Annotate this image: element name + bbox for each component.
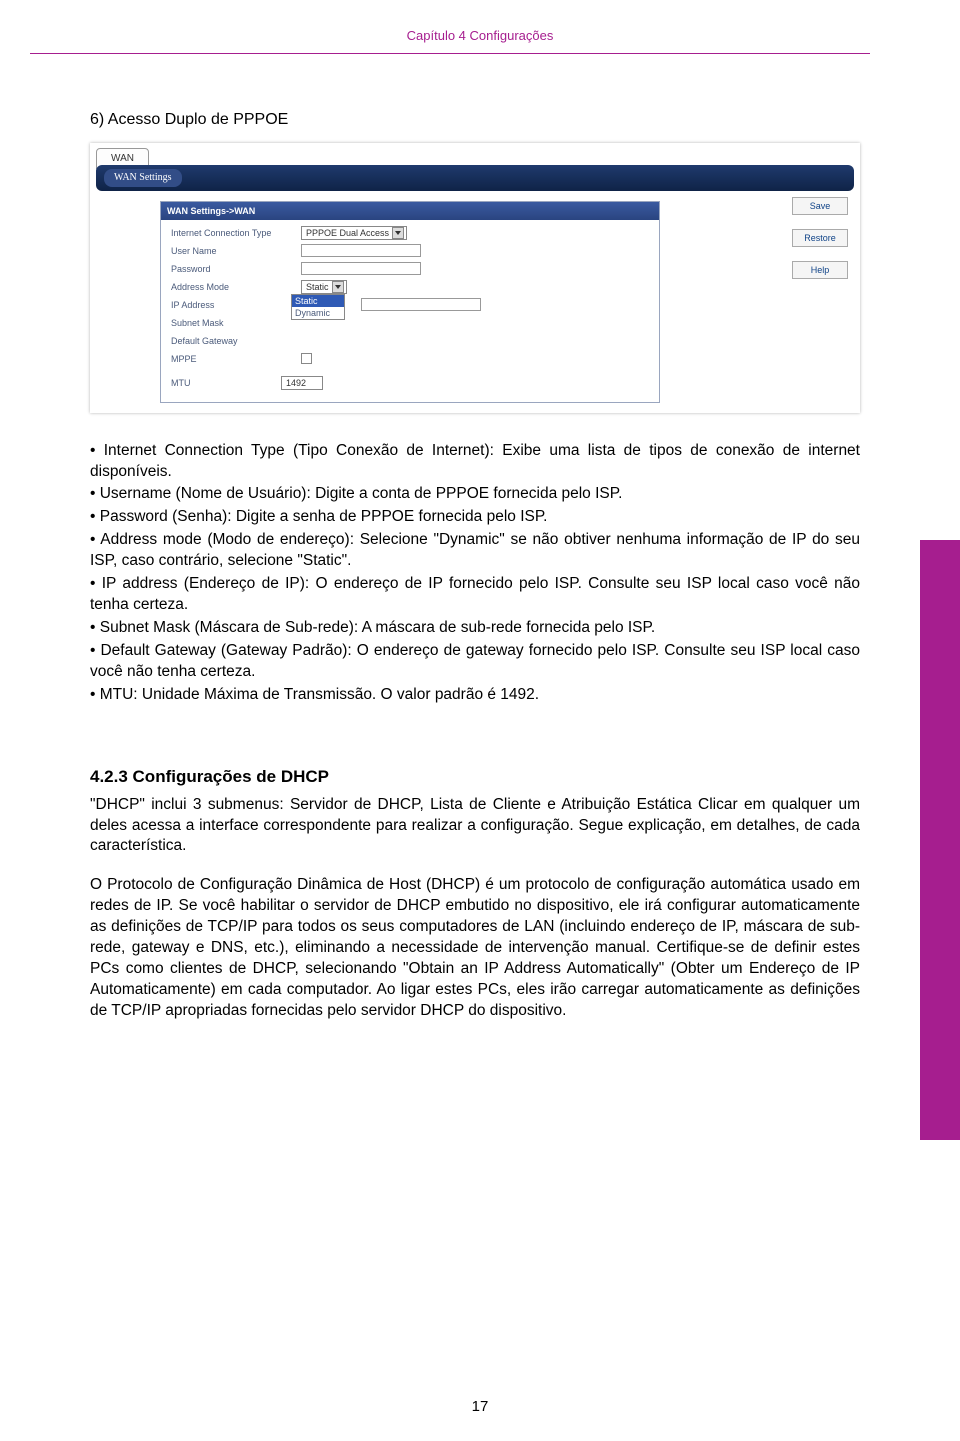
list-item: • Subnet Mask (Máscara de Sub-rede): A m…: [90, 618, 860, 639]
row-address-mode: Address Mode Static Static Dynamic: [161, 278, 659, 296]
row-password: Password: [161, 260, 659, 278]
restore-button[interactable]: Restore: [792, 229, 848, 247]
list-item: • Password (Senha): Digite a senha de PP…: [90, 507, 860, 528]
chevron-down-icon: [332, 281, 344, 293]
dropdown-connection-type[interactable]: PPPOE Dual Access: [301, 226, 407, 240]
list-item: • IP address (Endereço de IP): O endereç…: [90, 574, 860, 616]
option-dynamic[interactable]: Dynamic: [292, 307, 344, 319]
input-ip-address[interactable]: [361, 298, 481, 311]
checkbox-mppe[interactable]: [301, 353, 312, 364]
label-mppe: MPPE: [171, 353, 301, 365]
dropdown-address-mode[interactable]: Static: [301, 280, 347, 294]
settings-panel: WAN Settings->WAN Internet Connection Ty…: [160, 201, 660, 403]
paragraph: O Protocolo de Configuração Dinâmica de …: [90, 875, 860, 1021]
row-username: User Name: [161, 242, 659, 260]
help-button[interactable]: Help: [792, 261, 848, 279]
input-mtu[interactable]: 1492: [281, 376, 323, 390]
row-mtu: MTU 1492: [161, 374, 659, 392]
label-password: Password: [171, 263, 301, 275]
dropdown-value: PPPOE Dual Access: [306, 227, 389, 239]
chapter-header: Capítulo 4 Configurações: [0, 0, 960, 53]
list-item: • Username (Nome de Usuário): Digite a c…: [90, 484, 860, 505]
row-mppe: MPPE: [161, 350, 659, 368]
label-mtu: MTU: [171, 377, 281, 389]
list-item: • Internet Connection Type (Tipo Conexão…: [90, 441, 860, 483]
row-default-gateway: Default Gateway: [161, 332, 659, 350]
page-number: 17: [0, 1398, 960, 1415]
option-static[interactable]: Static: [292, 295, 344, 307]
document-side-tab: [920, 540, 960, 1140]
list-item: • MTU: Unidade Máxima de Transmissão. O …: [90, 685, 860, 706]
label-address-mode: Address Mode: [171, 281, 301, 293]
router-settings-screenshot: WAN WAN Settings Save Restore Help WAN S…: [90, 143, 860, 413]
paragraph: "DHCP" inclui 3 submenus: Servidor de DH…: [90, 795, 860, 858]
dropdown-value: Static: [306, 281, 329, 293]
save-button[interactable]: Save: [792, 197, 848, 215]
label-subnet-mask: Subnet Mask: [171, 317, 301, 329]
label-username: User Name: [171, 245, 301, 257]
panel-heading: WAN Settings->WAN: [161, 202, 659, 220]
label-connection-type: Internet Connection Type: [171, 227, 301, 239]
input-password[interactable]: [301, 262, 421, 275]
title-bar: [96, 165, 854, 191]
subsection-title: 4.2.3 Configurações de DHCP: [90, 766, 860, 789]
list-item: • Address mode (Modo de endereço): Selec…: [90, 530, 860, 572]
chevron-down-icon: [392, 227, 404, 239]
section-title: 6) Acesso Duplo de PPPOE: [90, 109, 860, 131]
mtu-value: 1492: [286, 377, 306, 389]
bulleted-list: • Internet Connection Type (Tipo Conexão…: [90, 441, 860, 706]
list-item: • Default Gateway (Gateway Padrão): O en…: [90, 641, 860, 683]
wan-settings-button[interactable]: WAN Settings: [104, 169, 182, 188]
dropdown-address-mode-menu[interactable]: Static Dynamic: [291, 294, 345, 320]
label-ip-address: IP Address: [171, 299, 301, 311]
row-subnet-mask: Subnet Mask: [161, 314, 659, 332]
row-ip-address: IP Address: [161, 296, 659, 314]
row-connection-type: Internet Connection Type PPPOE Dual Acce…: [161, 224, 659, 242]
label-default-gateway: Default Gateway: [171, 335, 301, 347]
input-username[interactable]: [301, 244, 421, 257]
